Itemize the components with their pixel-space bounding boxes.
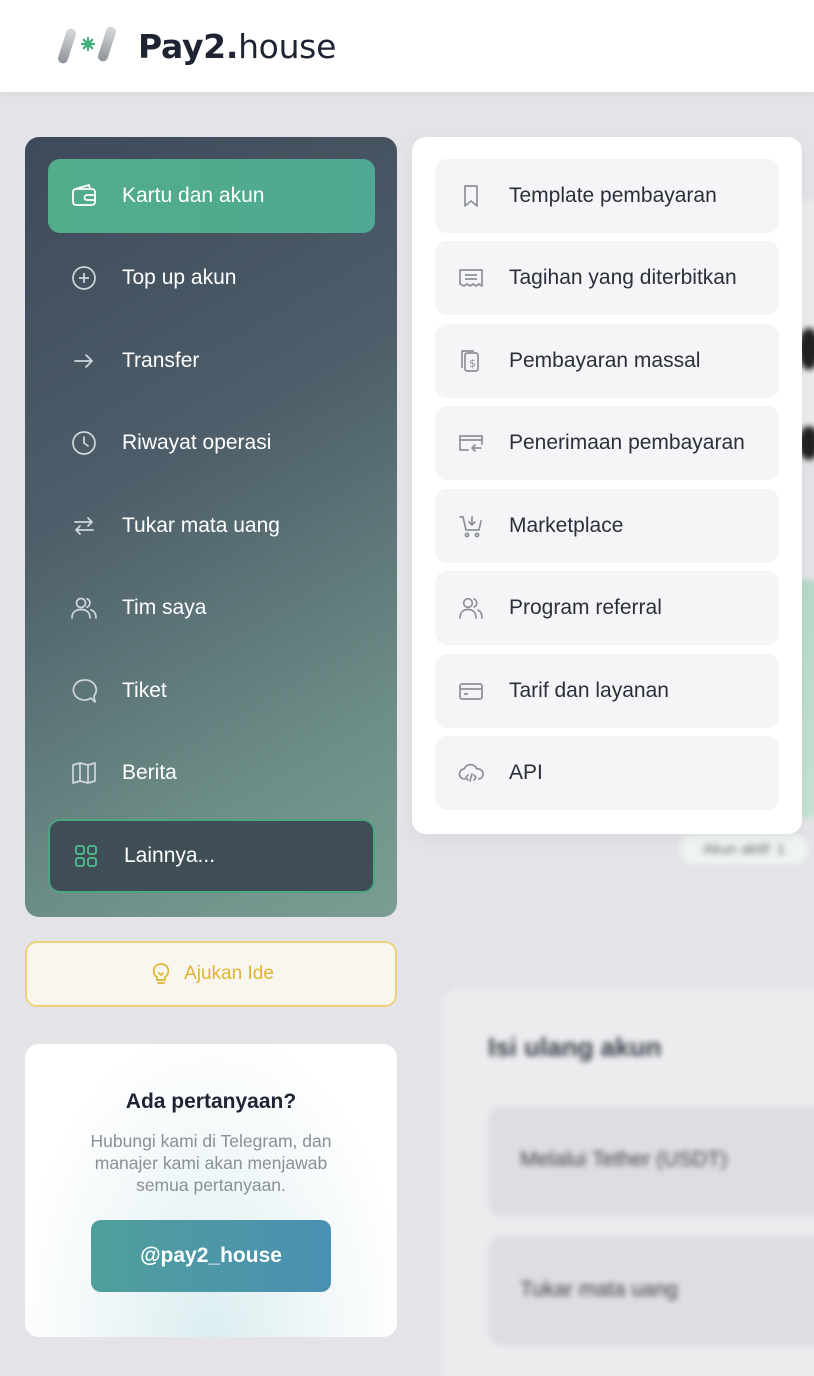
menu-item-mass-payments[interactable]: $ Pembayaran massal [435,324,779,398]
suggest-idea-label: Ajukan Ide [184,963,274,984]
clock-icon [70,429,98,457]
menu-item-payment-templates[interactable]: Template pembayaran [435,159,779,233]
sidebar-item-label: Tiket [122,679,167,702]
menu-item-label: Program referral [509,596,662,619]
menu-item-label: Tarif dan layanan [509,679,669,702]
menu-item-label: Pembayaran massal [509,349,701,372]
logo-text[interactable]: Pay2.house [138,27,336,66]
sidebar-item-exchange[interactable]: Tukar mata uang [48,489,375,563]
menu-item-api[interactable]: API [435,736,779,810]
chat-bubble-icon [70,677,98,705]
cart-icon [457,512,485,540]
sidebar-item-more[interactable]: Lainnya... [48,819,375,893]
cloud-code-icon [457,759,485,787]
sidebar-item-label: Tukar mata uang [122,514,280,537]
menu-item-label: Marketplace [509,514,624,537]
sidebar-item-transfer[interactable]: Transfer [48,324,375,398]
telegram-button[interactable]: @pay2_house [91,1220,331,1292]
plus-circle-icon [70,264,98,292]
receipt-icon [457,264,485,292]
arrow-right-icon [70,347,98,375]
top-header: Pay2.house [0,0,814,92]
sidebar-item-topup[interactable]: Top up akun [48,241,375,315]
menu-item-label: Template pembayaran [509,184,717,207]
users-icon [457,594,485,622]
payment-receive-icon [457,429,485,457]
logo-icon [57,26,117,64]
menu-item-marketplace[interactable]: Marketplace [435,489,779,563]
menu-item-tariffs[interactable]: Tarif dan layanan [435,654,779,728]
exchange-icon [70,512,98,540]
menu-item-issued-invoices[interactable]: Tagihan yang diterbitkan [435,241,779,315]
help-title: Ada pertanyaan? [125,1090,297,1113]
menu-item-label: Penerimaan pembayaran [509,431,745,454]
wallet-icon [70,182,98,210]
sidebar-item-news[interactable]: Berita [48,736,375,810]
sidebar-item-label: Top up akun [122,266,237,289]
suggest-idea-button[interactable]: Ajukan Ide [25,941,397,1007]
sidebar-nav: Kartu dan akun Top up akun Transfer Riwa… [25,137,397,917]
sidebar-item-label: Transfer [122,349,200,372]
lightbulb-icon [152,963,170,984]
book-icon [70,759,98,787]
grid-icon [72,842,100,870]
sidebar-item-cards-accounts[interactable]: Kartu dan akun [48,159,375,233]
sidebar-item-label: Tim saya [122,596,207,619]
sidebar-item-label: Riwayat operasi [122,431,272,454]
menu-item-payment-acceptance[interactable]: Penerimaan pembayaran [435,406,779,480]
sidebar-item-tickets[interactable]: Tiket [48,654,375,728]
active-accounts-badge: Akun aktif: 1 [680,834,808,864]
menu-item-label: API [509,761,543,784]
menu-item-label: Tagihan yang diterbitkan [509,266,737,289]
topup-panel-title: Isi ulang akun [488,1032,662,1062]
more-menu: Template pembayaran Tagihan yang diterbi… [412,137,802,834]
sidebar-item-team[interactable]: Tim saya [48,571,375,645]
sidebar-item-label: Berita [122,761,177,784]
logo-text-light: house [238,26,337,66]
help-text: Hubungi kami di Telegram, dan manajer ka… [90,1131,332,1195]
users-icon [70,594,98,622]
mass-payment-icon: $ [457,347,485,375]
sidebar-item-label: Kartu dan akun [122,184,265,207]
sidebar-item-history[interactable]: Riwayat operasi [48,406,375,480]
logo-text-bold: Pay2. [138,26,239,66]
svg-text:$: $ [469,357,476,370]
topup-option-exchange: Tukar mata uang [488,1236,814,1346]
menu-item-referral[interactable]: Program referral [435,571,779,645]
help-card: Ada pertanyaan? Hubungi kami di Telegram… [25,1044,397,1337]
bookmark-icon [457,182,485,210]
topup-option-usdt: Melalui Tether (USDT) [488,1106,814,1216]
sidebar-item-label: Lainnya... [124,844,216,867]
card-icon [457,677,485,705]
